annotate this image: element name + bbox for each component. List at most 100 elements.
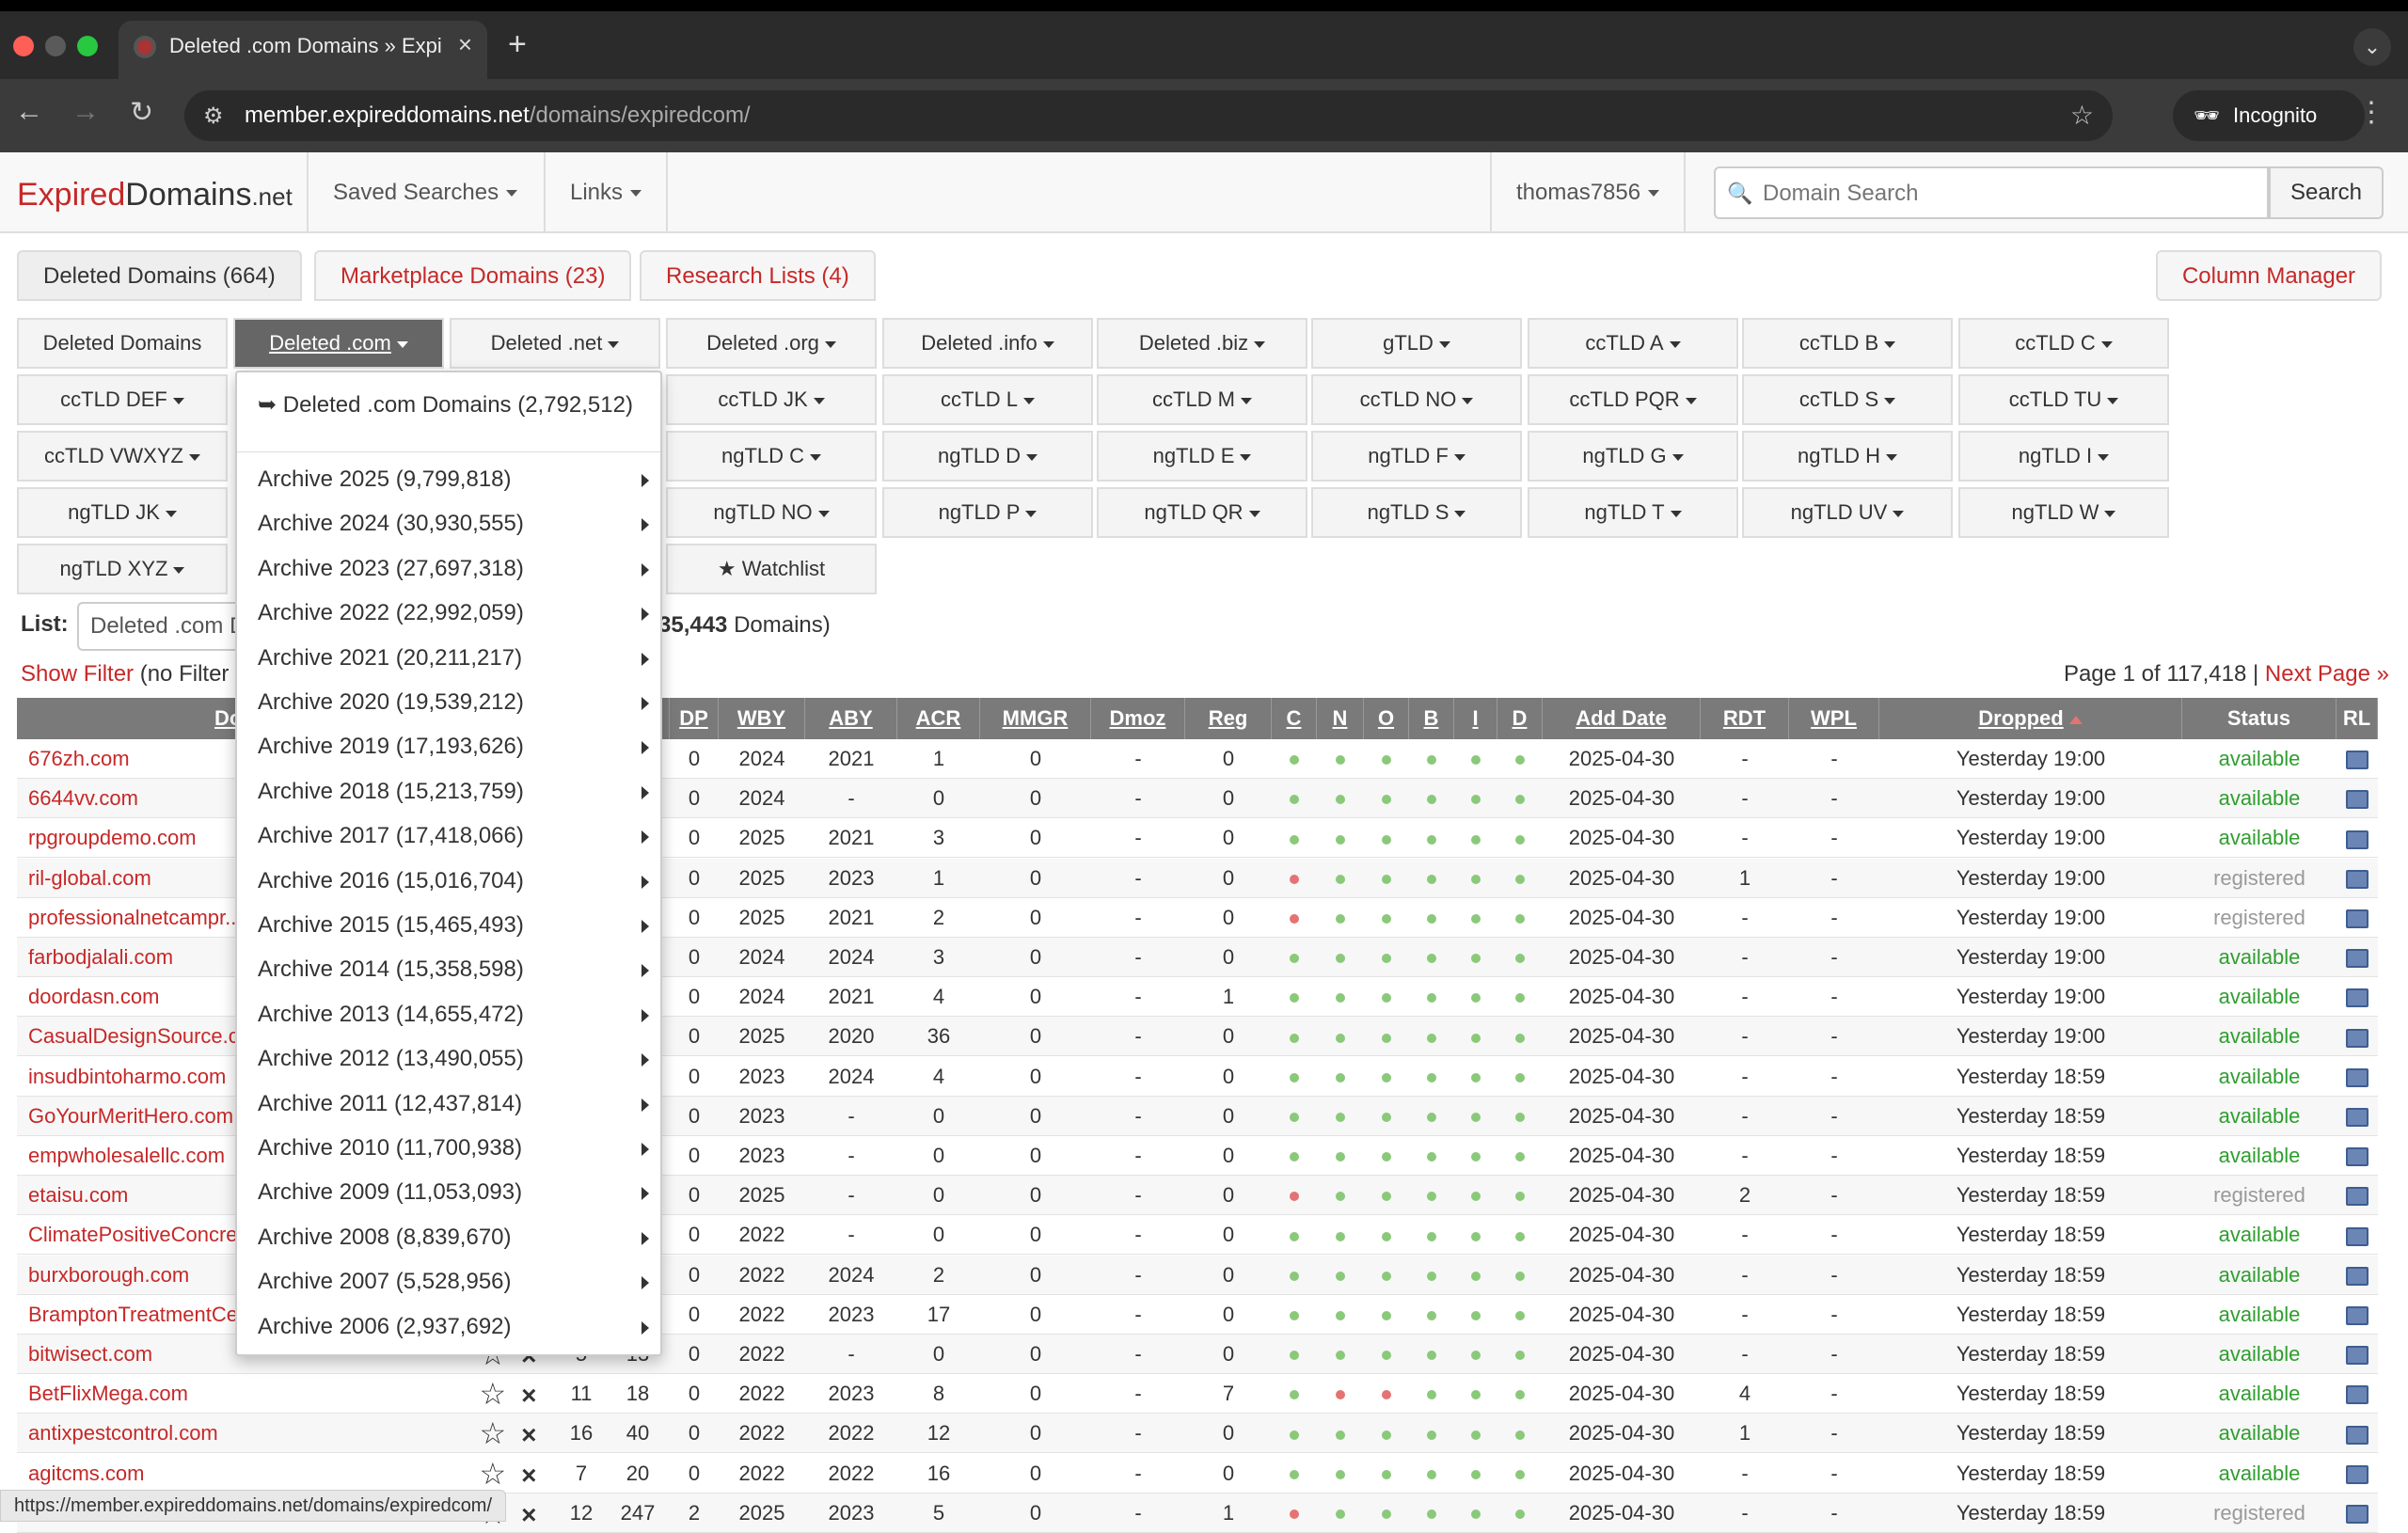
- archive-menu-item[interactable]: Archive 2011 (12,437,814): [258, 1091, 653, 1117]
- remove-x-icon[interactable]: ×: [521, 1500, 536, 1529]
- green-status-dot-icon[interactable]: [1382, 795, 1391, 805]
- column-header-dp[interactable]: DP: [670, 698, 719, 739]
- green-status-dot-icon[interactable]: [1290, 1072, 1299, 1083]
- tab-search-icon[interactable]: ⌄: [2353, 28, 2391, 66]
- browser-tab[interactable]: Deleted .com Domains » Expi ×: [119, 21, 487, 81]
- green-status-dot-icon[interactable]: [1471, 993, 1481, 1004]
- research-list-icon[interactable]: [2346, 1187, 2368, 1207]
- green-status-dot-icon[interactable]: [1382, 993, 1391, 1004]
- status-text[interactable]: available: [2182, 1414, 2337, 1453]
- green-status-dot-icon[interactable]: [1336, 1033, 1345, 1043]
- research-list-icon[interactable]: [2346, 1504, 2368, 1524]
- archive-menu-item[interactable]: Archive 2015 (15,465,493): [258, 912, 653, 939]
- green-status-dot-icon[interactable]: [1427, 913, 1436, 924]
- green-status-dot-icon[interactable]: [1471, 834, 1481, 845]
- green-status-dot-icon[interactable]: [1427, 1469, 1436, 1479]
- archive-menu-item[interactable]: Archive 2018 (15,213,759): [258, 779, 653, 805]
- watch-star-icon[interactable]: ☆: [479, 1416, 506, 1450]
- green-status-dot-icon[interactable]: [1382, 1271, 1391, 1281]
- green-status-dot-icon[interactable]: [1515, 795, 1525, 805]
- green-status-dot-icon[interactable]: [1427, 1430, 1436, 1440]
- status-text[interactable]: available: [2182, 1454, 2337, 1493]
- research-list-icon[interactable]: [2346, 751, 2368, 770]
- green-status-dot-icon[interactable]: [1290, 1152, 1299, 1162]
- column-header-i[interactable]: I: [1454, 698, 1497, 739]
- tld-button-cctld-pqr[interactable]: ccTLD PQR: [1528, 374, 1738, 425]
- status-text[interactable]: available: [2182, 977, 2337, 1017]
- status-text[interactable]: available: [2182, 818, 2337, 858]
- tld-button-watchlist[interactable]: ★ Watchlist: [666, 544, 877, 594]
- reload-icon[interactable]: ↻: [130, 96, 153, 129]
- research-list-icon[interactable]: [2346, 909, 2368, 928]
- minimize-window-button[interactable]: [45, 36, 66, 56]
- archive-menu-item[interactable]: Archive 2024 (30,930,555): [258, 511, 653, 537]
- green-status-dot-icon[interactable]: [1382, 1430, 1391, 1440]
- green-status-dot-icon[interactable]: [1515, 1112, 1525, 1122]
- green-status-dot-icon[interactable]: [1427, 1351, 1436, 1361]
- tld-button-deleted-net[interactable]: Deleted .net: [450, 318, 660, 369]
- show-filter-link[interactable]: Show Filter: [21, 661, 134, 687]
- red-status-dot-icon[interactable]: [1290, 1509, 1299, 1519]
- tld-button-cctld-tu[interactable]: ccTLD TU: [1958, 374, 2169, 425]
- bookmark-star-icon[interactable]: ☆: [2070, 100, 2094, 131]
- tld-button-cctld-l[interactable]: ccTLD L: [882, 374, 1093, 425]
- green-status-dot-icon[interactable]: [1290, 1469, 1299, 1479]
- green-status-dot-icon[interactable]: [1515, 1271, 1525, 1281]
- archive-menu-item[interactable]: Archive 2023 (27,697,318): [258, 556, 653, 582]
- green-status-dot-icon[interactable]: [1427, 795, 1436, 805]
- green-status-dot-icon[interactable]: [1382, 1072, 1391, 1083]
- green-status-dot-icon[interactable]: [1290, 1231, 1299, 1241]
- tld-button-cctld-def[interactable]: ccTLD DEF: [17, 374, 228, 425]
- green-status-dot-icon[interactable]: [1336, 874, 1345, 884]
- green-status-dot-icon[interactable]: [1427, 993, 1436, 1004]
- status-text[interactable]: available: [2182, 1256, 2337, 1295]
- archive-menu-item[interactable]: Archive 2009 (11,053,093): [258, 1179, 653, 1206]
- green-status-dot-icon[interactable]: [1382, 954, 1391, 964]
- green-status-dot-icon[interactable]: [1336, 1351, 1345, 1361]
- green-status-dot-icon[interactable]: [1471, 1192, 1481, 1202]
- tab-marketplace-domains[interactable]: Marketplace Domains (23): [314, 250, 632, 301]
- tld-button-cctld-a[interactable]: ccTLD A: [1528, 318, 1738, 369]
- archive-menu-item[interactable]: Archive 2022 (22,992,059): [258, 600, 653, 626]
- green-status-dot-icon[interactable]: [1336, 834, 1345, 845]
- tld-button-cctld-b[interactable]: ccTLD B: [1742, 318, 1953, 369]
- green-status-dot-icon[interactable]: [1471, 795, 1481, 805]
- green-status-dot-icon[interactable]: [1382, 874, 1391, 884]
- status-text[interactable]: available: [2182, 1017, 2337, 1056]
- browser-menu-icon[interactable]: ⋮: [2357, 96, 2385, 129]
- green-status-dot-icon[interactable]: [1290, 1430, 1299, 1440]
- green-status-dot-icon[interactable]: [1515, 1072, 1525, 1083]
- green-status-dot-icon[interactable]: [1471, 1072, 1481, 1083]
- green-status-dot-icon[interactable]: [1382, 755, 1391, 766]
- green-status-dot-icon[interactable]: [1515, 1390, 1525, 1400]
- tab-deleted-domains[interactable]: Deleted Domains (664): [17, 250, 302, 301]
- links-menu[interactable]: Links: [544, 152, 669, 233]
- forward-icon[interactable]: →: [71, 96, 100, 128]
- tld-button-ngtld-e[interactable]: ngTLD E: [1097, 431, 1307, 482]
- green-status-dot-icon[interactable]: [1382, 1310, 1391, 1320]
- red-status-dot-icon[interactable]: [1336, 1390, 1345, 1400]
- tld-button-ngtld-qr[interactable]: ngTLD QR: [1097, 487, 1307, 538]
- archive-menu-item[interactable]: Archive 2012 (13,490,055): [258, 1046, 653, 1072]
- search-button[interactable]: Search: [2269, 166, 2384, 219]
- green-status-dot-icon[interactable]: [1515, 954, 1525, 964]
- column-header-c[interactable]: C: [1272, 698, 1317, 739]
- column-header-n[interactable]: N: [1317, 698, 1364, 739]
- green-status-dot-icon[interactable]: [1336, 1072, 1345, 1083]
- tld-button-ngtld-p[interactable]: ngTLD P: [882, 487, 1093, 538]
- research-list-icon[interactable]: [2346, 1226, 2368, 1246]
- tld-button-ngtld-g[interactable]: ngTLD G: [1528, 431, 1738, 482]
- remove-x-icon[interactable]: ×: [521, 1461, 536, 1490]
- status-text[interactable]: available: [2182, 938, 2337, 977]
- tld-button-deleted-biz[interactable]: Deleted .biz: [1097, 318, 1307, 369]
- green-status-dot-icon[interactable]: [1290, 834, 1299, 845]
- research-list-icon[interactable]: [2346, 790, 2368, 810]
- green-status-dot-icon[interactable]: [1382, 1112, 1391, 1122]
- green-status-dot-icon[interactable]: [1290, 954, 1299, 964]
- research-list-icon[interactable]: [2346, 988, 2368, 1008]
- column-header-add-date[interactable]: Add Date: [1543, 698, 1701, 739]
- column-header-reg[interactable]: Reg: [1185, 698, 1272, 739]
- column-header-aby[interactable]: ABY: [805, 698, 897, 739]
- green-status-dot-icon[interactable]: [1290, 1271, 1299, 1281]
- green-status-dot-icon[interactable]: [1336, 1231, 1345, 1241]
